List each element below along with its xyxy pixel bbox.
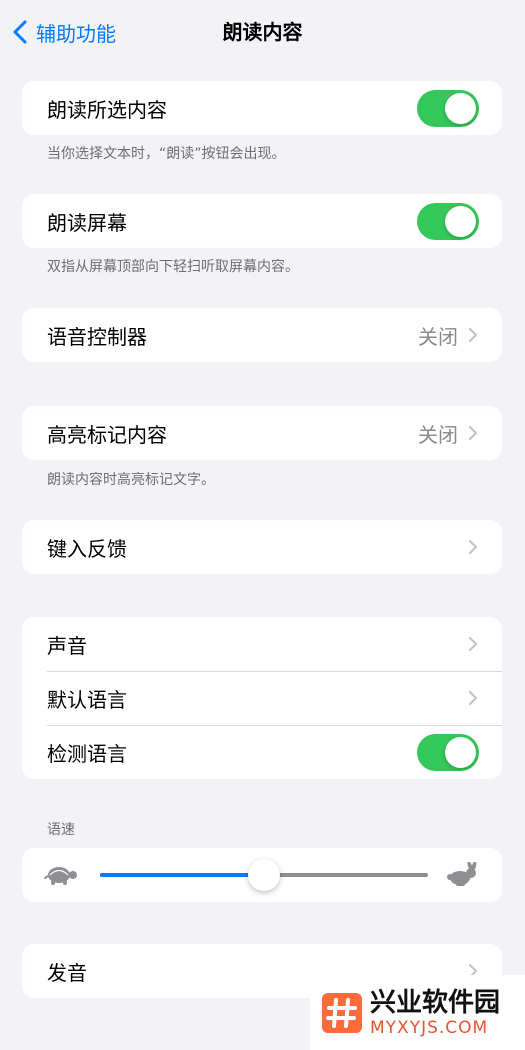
navigation-bar: 辅助功能 朗读内容 <box>0 0 525 64</box>
detect-language-label: 检测语言 <box>47 741 127 766</box>
watermark-text: 兴业软件园 MYXYJS.COM <box>370 988 500 1038</box>
chevron-right-icon <box>468 327 478 343</box>
default-language-row[interactable]: 默认语言 <box>22 671 502 725</box>
slider-thumb[interactable] <box>248 859 280 891</box>
speak-selection-group: 朗读所选内容 <box>22 81 502 135</box>
speak-screen-group: 朗读屏幕 <box>22 194 502 248</box>
speaking-rate-group <box>22 848 502 902</box>
rabbit-icon <box>447 862 477 886</box>
highlight-content-row[interactable]: 高亮标记内容 关闭 <box>22 406 502 460</box>
watermark-en: MYXYJS.COM <box>370 1017 489 1038</box>
typing-feedback-row[interactable]: 键入反馈 <box>22 520 502 574</box>
speaking-rate-header: 语速 <box>47 822 75 838</box>
voice-settings-group: 声音 默认语言 检测语言 <box>22 617 502 779</box>
slider-fill <box>100 873 264 877</box>
toggle-knob <box>445 736 476 768</box>
highlight-content-group: 高亮标记内容 关闭 <box>22 406 502 460</box>
speaking-rate-slider[interactable] <box>100 859 428 891</box>
detect-language-row: 检测语言 <box>22 725 502 779</box>
watermark-logo-icon <box>322 992 362 1033</box>
speech-controller-value: 关闭 <box>418 324 458 349</box>
detect-language-toggle[interactable] <box>417 733 479 771</box>
speaking-rate-row <box>22 848 502 902</box>
turtle-icon <box>44 867 77 885</box>
typing-feedback-group: 键入反馈 <box>22 520 502 574</box>
page-title: 朗读内容 <box>222 20 303 44</box>
speak-screen-footnote: 双指从屏幕顶部向下轻扫听取屏幕内容。 <box>47 259 299 275</box>
speech-controller-group: 语音控制器 关闭 <box>22 308 502 362</box>
toggle-knob <box>445 205 476 237</box>
highlight-content-footnote: 朗读内容时高亮标记文字。 <box>47 472 215 488</box>
speak-selection-label: 朗读所选内容 <box>47 97 167 122</box>
speak-screen-label: 朗读屏幕 <box>47 210 127 235</box>
voices-label: 声音 <box>47 633 87 658</box>
speech-controller-row[interactable]: 语音控制器 关闭 <box>22 308 502 362</box>
chevron-right-icon <box>468 690 478 706</box>
toggle-knob <box>445 92 476 124</box>
speak-screen-row: 朗读屏幕 <box>22 194 502 248</box>
voices-row[interactable]: 声音 <box>22 617 502 671</box>
chevron-right-icon <box>468 539 478 555</box>
highlight-content-label: 高亮标记内容 <box>47 422 167 447</box>
speak-selection-footnote: 当你选择文本时，“朗读”按钮会出现。 <box>47 146 286 162</box>
watermark-cn: 兴业软件园 <box>370 987 501 1018</box>
speech-controller-label: 语音控制器 <box>47 324 147 349</box>
watermark: 兴业软件园 MYXYJS.COM <box>310 975 525 1050</box>
speak-selection-row: 朗读所选内容 <box>22 81 502 135</box>
chevron-right-icon <box>468 425 478 441</box>
highlight-content-value: 关闭 <box>418 422 458 447</box>
speak-selection-toggle[interactable] <box>417 89 479 127</box>
chevron-right-icon <box>468 636 478 652</box>
typing-feedback-label: 键入反馈 <box>47 536 127 561</box>
default-language-label: 默认语言 <box>47 687 127 712</box>
speak-screen-toggle[interactable] <box>417 202 479 240</box>
